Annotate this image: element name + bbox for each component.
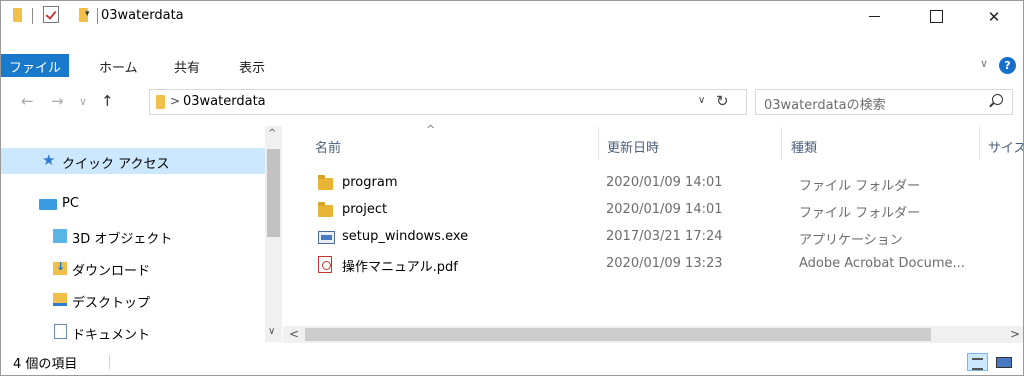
- table-row[interactable]: setup_windows.exe 2017/03/21 17:24 アプリケー…: [301, 226, 1023, 250]
- title-separator: [32, 8, 33, 24]
- file-date: 2020/01/09 13:23: [606, 256, 723, 271]
- file-type: ファイル フォルダー: [799, 206, 921, 221]
- sidebar-item-3d-objects[interactable]: 3D オブジェクト: [1, 223, 265, 249]
- column-header-name[interactable]: 名前: [315, 137, 341, 156]
- help-icon[interactable]: ?: [999, 57, 1016, 74]
- column-header-date[interactable]: 更新日時: [607, 137, 659, 156]
- column-divider[interactable]: [598, 127, 599, 160]
- file-type: アプリケーション: [799, 233, 903, 248]
- sidebar-item-desktop[interactable]: デスクトップ: [1, 287, 265, 313]
- title-bar: ▾ 03waterdata ✕: [1, 1, 1023, 32]
- sort-ascending-icon: ^: [426, 123, 436, 136]
- table-row[interactable]: 操作マニュアル.pdf 2020/01/09 13:23 Adobe Acrob…: [301, 253, 1023, 277]
- up-button[interactable]: ↑: [101, 92, 114, 110]
- ribbon-tabs: ファイル ホーム 共有 表示: [1, 54, 1023, 77]
- pc-icon: [39, 199, 57, 210]
- back-button[interactable]: ←: [21, 92, 34, 110]
- quick-access-dropdown[interactable]: ▾: [85, 9, 90, 19]
- tab-file[interactable]: ファイル: [1, 54, 69, 77]
- scroll-right-icon[interactable]: >: [1010, 327, 1020, 341]
- search-placeholder: 03waterdataの検索: [764, 98, 886, 113]
- sidebar-item-documents[interactable]: ドキュメント: [1, 319, 265, 345]
- 3d-objects-icon: [53, 229, 67, 243]
- item-count: 4 個の項目: [13, 357, 78, 372]
- navigation-pane: ★ クイック アクセス PC 3D オブジェクト ダウンロード デスクトップ ド…: [1, 126, 283, 346]
- file-explorer-window: ▾ 03waterdata ✕ ファイル ホーム 共有 表示 ∨ ? ← → ∨…: [0, 0, 1024, 376]
- tab-view[interactable]: 表示: [239, 54, 265, 77]
- scroll-down-icon[interactable]: ∨: [268, 326, 275, 337]
- title-separator: [97, 8, 98, 24]
- file-type: ファイル フォルダー: [799, 179, 921, 194]
- table-row[interactable]: project 2020/01/09 14:01 ファイル フォルダー: [301, 199, 1023, 223]
- ribbon-expand-icon[interactable]: ∨: [980, 57, 988, 70]
- properties-check-icon[interactable]: [43, 6, 59, 23]
- sidebar-item-pc[interactable]: PC: [1, 191, 265, 217]
- file-name[interactable]: project: [342, 202, 387, 217]
- pdf-icon: [318, 256, 332, 273]
- folder-icon: [156, 95, 165, 109]
- address-bar[interactable]: > 03waterdata ∨ ↻: [149, 89, 747, 115]
- file-name[interactable]: setup_windows.exe: [342, 229, 468, 244]
- details-view-button[interactable]: [967, 353, 988, 371]
- search-icon[interactable]: [992, 94, 1003, 105]
- file-name[interactable]: program: [342, 175, 398, 190]
- scrollbar-thumb[interactable]: [267, 149, 280, 237]
- file-type: Adobe Acrobat Docume...: [799, 256, 965, 271]
- sidebar-item-label: 3D オブジェクト: [72, 232, 173, 247]
- file-date: 2017/03/21 17:24: [606, 229, 723, 244]
- navigation-pane-scrollbar[interactable]: ^ ∨: [265, 126, 282, 342]
- column-divider[interactable]: [979, 127, 980, 160]
- folder-icon: [318, 175, 333, 190]
- refresh-icon[interactable]: ↻: [716, 92, 729, 110]
- tab-share[interactable]: 共有: [174, 54, 200, 77]
- large-icons-view-button[interactable]: [993, 353, 1014, 371]
- sidebar-item-label: クイック アクセス: [62, 157, 170, 172]
- sidebar-item-label: ダウンロード: [72, 264, 151, 279]
- file-name[interactable]: 操作マニュアル.pdf: [342, 256, 458, 275]
- exe-icon: [318, 231, 335, 244]
- table-row[interactable]: program 2020/01/09 14:01 ファイル フォルダー: [301, 172, 1023, 196]
- sidebar-item-quick-access[interactable]: ★ クイック アクセス: [1, 148, 265, 174]
- sidebar-item-label: デスクトップ: [72, 296, 151, 311]
- navigation-bar: ← → ∨ ↑ > 03waterdata ∨ ↻ 03waterdataの検索: [1, 89, 1023, 115]
- breadcrumb-item[interactable]: 03waterdata: [183, 94, 266, 109]
- sidebar-item-downloads[interactable]: ダウンロード: [1, 255, 265, 281]
- folder-icon: [318, 202, 333, 217]
- desktop-icon: [53, 293, 67, 306]
- scrollbar-thumb[interactable]: [305, 328, 931, 341]
- address-dropdown-icon[interactable]: ∨: [698, 95, 705, 106]
- documents-icon: [54, 324, 67, 339]
- breadcrumb-separator[interactable]: >: [170, 94, 180, 108]
- file-list-horizontal-scrollbar[interactable]: < >: [283, 326, 1023, 343]
- downloads-icon: [53, 260, 67, 275]
- column-header-type[interactable]: 種類: [791, 137, 817, 156]
- search-input[interactable]: 03waterdataの検索: [755, 89, 1013, 115]
- status-divider: [109, 355, 110, 369]
- recent-locations-button[interactable]: ∨: [79, 95, 87, 108]
- sidebar-item-label: PC: [62, 196, 79, 211]
- tab-home[interactable]: ホーム: [99, 54, 138, 77]
- scroll-left-icon[interactable]: <: [289, 327, 299, 341]
- file-date: 2020/01/09 14:01: [606, 175, 723, 190]
- maximize-button[interactable]: [913, 1, 959, 32]
- close-button[interactable]: ✕: [971, 1, 1017, 32]
- column-divider[interactable]: [781, 127, 782, 160]
- minimize-button[interactable]: [851, 1, 897, 32]
- forward-button[interactable]: →: [51, 92, 64, 110]
- sidebar-item-label: ドキュメント: [72, 328, 151, 343]
- folder-icon: [13, 8, 22, 22]
- scroll-up-icon[interactable]: ^: [268, 128, 276, 139]
- window-title: 03waterdata: [101, 8, 184, 23]
- column-header-size[interactable]: サイズ: [988, 137, 1023, 156]
- star-icon: ★: [42, 151, 56, 169]
- status-bar: 4 個の項目: [1, 349, 1023, 375]
- file-date: 2020/01/09 14:01: [606, 202, 723, 217]
